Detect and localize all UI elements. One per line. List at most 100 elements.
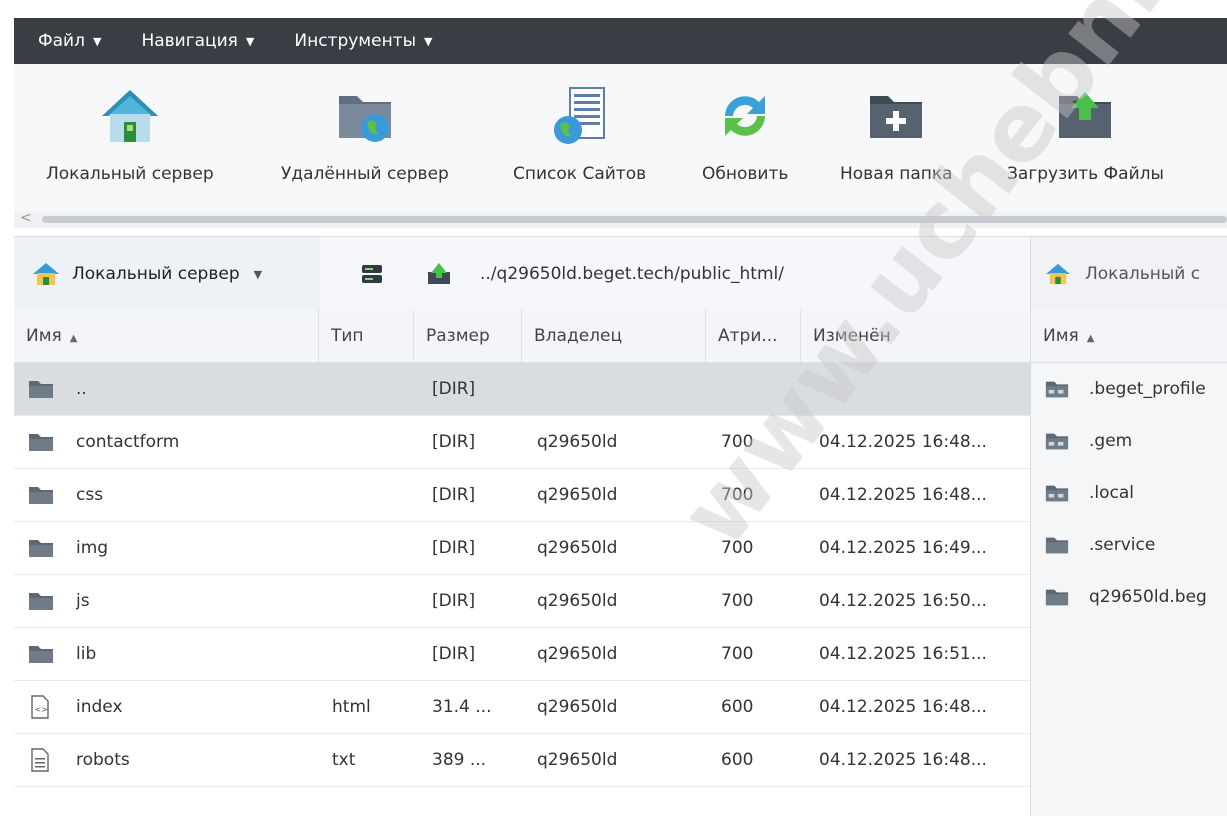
scrollbar-thumb[interactable] [42, 216, 1227, 223]
table-row[interactable]: .. [DIR] [14, 363, 1030, 416]
server-icon[interactable] [360, 263, 384, 285]
table-row[interactable]: css [DIR] q29650ld 700 04.12.2025 16:48.… [14, 469, 1030, 522]
toolbar: Локальный сервер Удалённый сервер Список… [14, 64, 1227, 212]
column-type-label: Тип [331, 326, 364, 346]
file-modified: 04.12.2025 16:48... [819, 432, 987, 452]
table-row[interactable]: js [DIR] q29650ld 700 04.12.2025 16:50..… [14, 575, 1030, 628]
column-size[interactable]: Размер [414, 310, 522, 362]
file-name: .local [1089, 483, 1135, 503]
remote-server-button[interactable]: Удалённый сервер [281, 86, 449, 184]
chevron-left-icon[interactable]: < [20, 210, 32, 226]
refresh-button[interactable]: Обновить [702, 86, 788, 184]
house-icon [1046, 263, 1070, 285]
svg-text:<>: <> [35, 705, 48, 714]
table-row[interactable]: <> index html 31.4 ... q29650ld 600 04.1… [14, 681, 1030, 734]
caret-down-icon: ▼ [424, 34, 433, 48]
file-attributes: 700 [721, 432, 754, 452]
file-attributes: 700 [721, 591, 754, 611]
file-name: css [76, 485, 104, 505]
file-name: .gem [1089, 431, 1133, 451]
file-size: 31.4 ... [432, 697, 492, 717]
file-name: robots [76, 750, 130, 770]
file-size: 389 ... [432, 750, 487, 770]
list-item[interactable]: .beget_profile [1031, 363, 1227, 415]
new-folder-button[interactable]: Новая папка [840, 86, 953, 184]
column-type[interactable]: Тип [319, 310, 414, 362]
column-modified[interactable]: Изменён [801, 310, 1030, 362]
site-list-button[interactable]: Список Сайтов [513, 86, 646, 184]
right-site-selector-label: Локальный с [1085, 264, 1201, 284]
file-owner: q29650ld [537, 750, 618, 770]
remote-path: ../q29650ld.beget.tech/public_html/ [320, 237, 1030, 311]
site-selector[interactable]: Локальный сервер ▼ [14, 237, 321, 311]
table-header: Имя ▲ Тип Размер Владелец Атри... Изменён [14, 310, 1030, 363]
remote-file-list: Имя ▲ Тип Размер Владелец Атри... Изменён… [14, 310, 1031, 816]
new-folder-label: Новая папка [840, 164, 953, 184]
column-owner-label: Владелец [534, 326, 623, 346]
caret-down-icon: ▼ [92, 34, 102, 48]
file-name: index [76, 697, 123, 717]
list-item[interactable]: q29650ld.beg [1031, 571, 1227, 623]
system-folder-icon [1045, 381, 1069, 398]
chevron-down-icon: ▼ [253, 267, 263, 281]
table-row[interactable]: img [DIR] q29650ld 700 04.12.2025 16:49.… [14, 522, 1030, 575]
column-size-label: Размер [426, 326, 490, 346]
file-size: [DIR] [432, 644, 476, 664]
file-modified: 04.12.2025 16:51... [819, 644, 987, 664]
up-directory-icon[interactable] [426, 262, 452, 286]
file-modified: 04.12.2025 16:50... [819, 591, 987, 611]
right-site-selector[interactable]: Локальный с [1030, 237, 1227, 311]
file-size: [DIR] [432, 591, 476, 611]
remote-server-label: Удалённый сервер [281, 164, 449, 184]
column-modified-label: Изменён [813, 326, 891, 346]
file-type: html [332, 697, 371, 717]
new-folder-icon [870, 96, 923, 138]
document-globe-icon [553, 87, 605, 144]
menu-tools[interactable]: Инструменты ▼ [294, 31, 432, 51]
file-name: lib [76, 644, 97, 664]
site-selector-label: Локальный сервер [72, 264, 240, 284]
file-type: txt [332, 750, 356, 770]
table-row[interactable]: robots txt 389 ... q29650ld 600 04.12.20… [14, 734, 1030, 787]
folder-globe-icon [338, 96, 391, 142]
toolbar-scrollbar[interactable]: < [14, 210, 1227, 228]
upload-folder-icon [1059, 92, 1112, 138]
column-name-label: Имя [26, 326, 62, 346]
folder-icon [29, 593, 53, 610]
upload-files-button[interactable]: Загрузить Файлы [1007, 86, 1164, 184]
list-item[interactable]: .service [1031, 519, 1227, 571]
menu-navigation-label: Навигация [141, 31, 238, 51]
house-icon [101, 90, 158, 142]
local-server-button[interactable]: Локальный сервер [46, 86, 214, 184]
folder-icon [29, 540, 53, 557]
sort-up-icon: ▲ [69, 333, 78, 344]
file-size: [DIR] [432, 485, 476, 505]
file-owner: q29650ld [537, 591, 618, 611]
table-row[interactable]: contactform [DIR] q29650ld 700 04.12.202… [14, 416, 1030, 469]
file-attributes: 600 [721, 697, 754, 717]
column-owner[interactable]: Владелец [522, 310, 706, 362]
list-item[interactable]: .local [1031, 467, 1227, 519]
menu-tools-label: Инструменты [294, 31, 417, 51]
current-path[interactable]: ../q29650ld.beget.tech/public_html/ [480, 264, 784, 284]
column-attributes[interactable]: Атри... [706, 310, 801, 362]
menu-file[interactable]: Файл ▼ [38, 31, 101, 51]
file-name: contactform [76, 432, 180, 452]
list-item[interactable]: .gem [1031, 415, 1227, 467]
file-size: [DIR] [432, 432, 476, 452]
column-name[interactable]: Имя ▲ [1031, 310, 1227, 362]
file-attributes: 700 [721, 485, 754, 505]
file-attributes: 600 [721, 750, 754, 770]
folder-icon [29, 434, 53, 451]
house-icon [33, 263, 59, 285]
menu-navigation[interactable]: Навигация ▼ [141, 31, 254, 51]
file-owner: q29650ld [537, 485, 618, 505]
system-folder-icon [1045, 485, 1069, 502]
file-owner: q29650ld [537, 697, 618, 717]
file-modified: 04.12.2025 16:48... [819, 485, 987, 505]
table-row[interactable]: lib [DIR] q29650ld 700 04.12.2025 16:51.… [14, 628, 1030, 681]
upload-files-label: Загрузить Файлы [1007, 164, 1164, 184]
column-name[interactable]: Имя ▲ [14, 310, 319, 362]
text-file-icon [31, 748, 49, 772]
menu-bar: Файл ▼ Навигация ▼ Инструменты ▼ [14, 18, 1227, 64]
